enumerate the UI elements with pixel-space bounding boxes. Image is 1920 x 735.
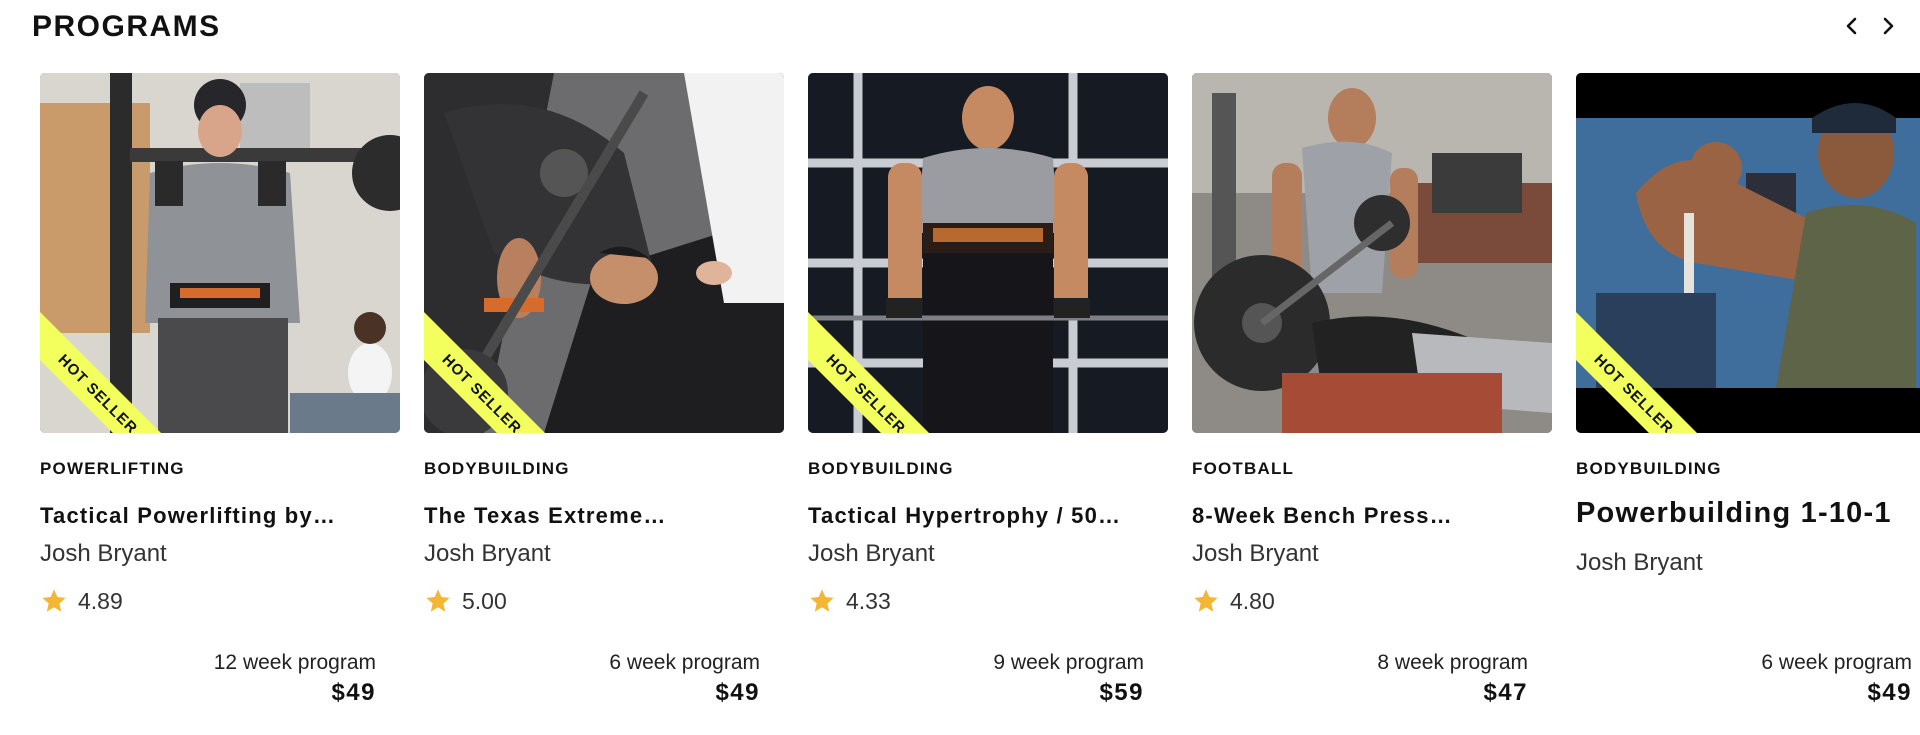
section-title: PROGRAMS <box>32 10 221 43</box>
program-image[interactable]: HOT SELLER <box>424 73 784 433</box>
star-icon <box>810 589 834 612</box>
rating-value: 4.89 <box>78 587 123 614</box>
program-image[interactable]: HOT SELLER <box>1576 73 1920 433</box>
program-price: $49 <box>1867 679 1912 706</box>
rating-value: 4.80 <box>1230 587 1275 614</box>
rating-value: 5.00 <box>462 587 507 614</box>
program-category: BODYBUILDING <box>424 459 570 478</box>
program-duration: 6 week program <box>609 651 760 674</box>
program-duration: 8 week program <box>1377 651 1528 674</box>
program-card[interactable]: HOT SELLER BODYBUILDING Powerbuilding 1-… <box>1576 73 1920 713</box>
star-icon <box>42 589 66 612</box>
carousel-prev-button[interactable] <box>1838 12 1866 40</box>
program-rating: 4.80 <box>1192 587 1275 615</box>
program-duration: 12 week program <box>213 651 376 674</box>
star-icon <box>426 589 450 612</box>
program-price: $49 <box>715 679 760 706</box>
program-duration: 9 week program <box>993 651 1144 674</box>
program-price: $59 <box>1099 679 1144 706</box>
program-title[interactable]: 8-Week Bench Press… <box>1192 503 1522 529</box>
program-image[interactable] <box>1192 73 1552 433</box>
program-price: $47 <box>1483 679 1528 706</box>
program-title[interactable]: The Texas Extreme… <box>424 503 754 529</box>
program-author: Josh Bryant <box>1576 549 1703 576</box>
program-category: FOOTBALL <box>1192 459 1295 478</box>
rating-value: 4.33 <box>846 587 891 614</box>
program-title[interactable]: Powerbuilding 1-10-1 <box>1576 497 1920 530</box>
program-author: Josh Bryant <box>424 540 551 567</box>
program-card[interactable]: HOT SELLER BODYBUILDING The Texas Extrem… <box>424 73 784 713</box>
program-card[interactable]: HOT SELLER POWERLIFTING Tactical Powerli… <box>40 73 400 713</box>
chevron-right-icon <box>1883 17 1894 35</box>
star-icon <box>1194 589 1218 612</box>
program-author: Josh Bryant <box>808 540 935 567</box>
program-title[interactable]: Tactical Powerlifting by… <box>40 503 370 529</box>
program-rating: 4.33 <box>808 587 891 615</box>
carousel-next-button[interactable] <box>1874 12 1902 40</box>
chevron-left-icon <box>1846 17 1857 35</box>
programs-carousel: HOT SELLER POWERLIFTING Tactical Powerli… <box>40 73 1920 733</box>
program-duration: 6 week program <box>1761 651 1912 674</box>
program-rating: 4.89 <box>40 587 123 615</box>
program-author: Josh Bryant <box>40 540 167 567</box>
program-category: BODYBUILDING <box>808 459 954 478</box>
program-image[interactable]: HOT SELLER <box>40 73 400 433</box>
program-title[interactable]: Tactical Hypertrophy / 50… <box>808 503 1138 529</box>
program-author: Josh Bryant <box>1192 540 1319 567</box>
program-card[interactable]: HOT SELLER BODYBUILDING Tactical Hypertr… <box>808 73 1168 713</box>
program-category: POWERLIFTING <box>40 459 185 478</box>
program-price: $49 <box>331 679 376 706</box>
program-category: BODYBUILDING <box>1576 459 1722 478</box>
program-image[interactable]: HOT SELLER <box>808 73 1168 433</box>
program-rating: 5.00 <box>424 587 507 615</box>
program-card[interactable]: FOOTBALL 8-Week Bench Press… Josh Bryant… <box>1192 73 1552 713</box>
